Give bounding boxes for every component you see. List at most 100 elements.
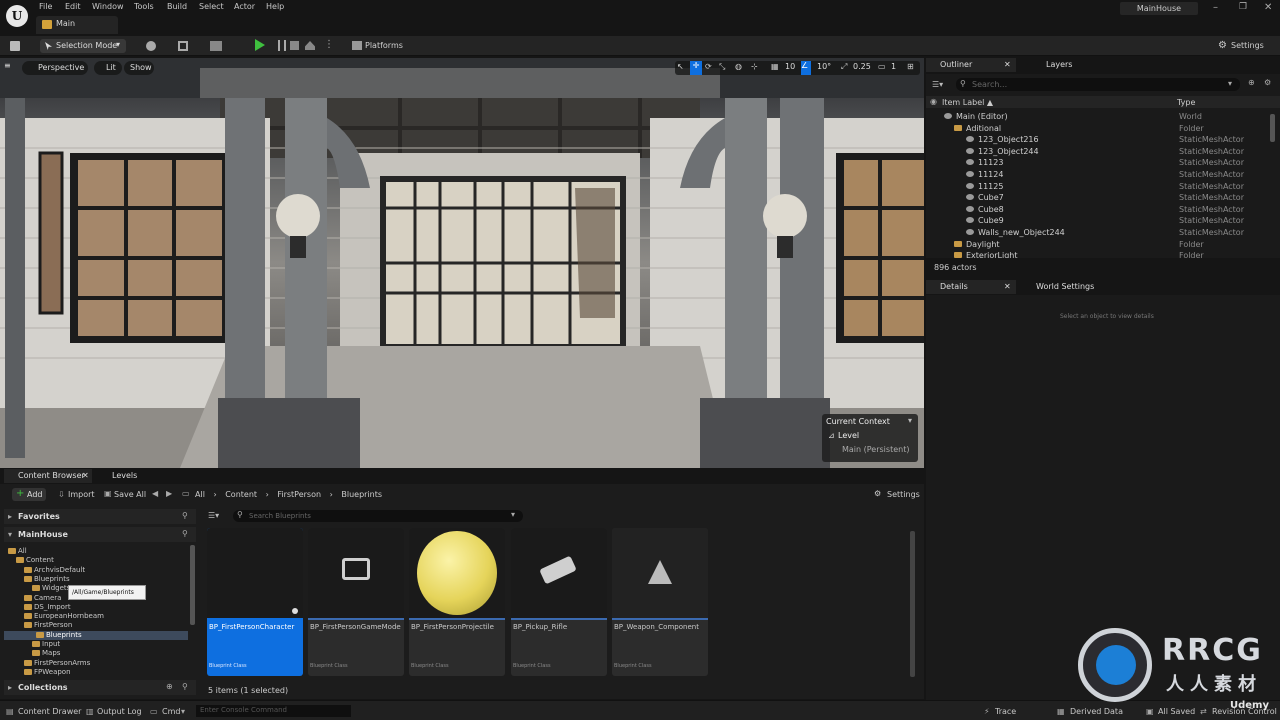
camera-speed-icon[interactable]: ▭	[878, 62, 886, 71]
translate-tool-icon[interactable]: ✛	[690, 61, 702, 75]
settings-gear-icon[interactable]: ⚙	[1264, 78, 1271, 87]
menu-window[interactable]: Window	[92, 2, 124, 11]
asset-tile[interactable]: BP_FirstPersonCharacter Blueprint Class	[207, 528, 303, 676]
layout-icon[interactable]: ⊞	[907, 62, 914, 71]
asset-tile[interactable]: BP_FirstPersonProjectile Blueprint Class	[409, 528, 505, 676]
add-button[interactable]: + Add	[12, 488, 46, 501]
menu-file[interactable]: File	[39, 2, 52, 11]
derived-data-button[interactable]: Derived Data	[1070, 707, 1123, 716]
cinematics-icon[interactable]	[210, 41, 222, 51]
history-back-icon[interactable]: ◀	[152, 489, 158, 498]
tree-folder-item[interactable]: ArchvisDefault	[0, 566, 190, 575]
menu-build[interactable]: Build	[167, 2, 187, 11]
level-viewport[interactable]: ≡ Perspective Lit Show ↖ ✛ ⟳ ⤡ ◍ ⊹ ▦ 10 …	[0, 58, 924, 468]
play-icon[interactable]	[255, 39, 265, 51]
trace-button[interactable]: Trace	[995, 707, 1016, 716]
content-drawer-button[interactable]: Content Drawer	[18, 707, 81, 716]
cb-settings-button[interactable]: Settings	[887, 490, 920, 499]
search-icon[interactable]: ⚲	[182, 511, 188, 520]
outliner-row[interactable]: 11123 StaticMeshActor	[926, 158, 1276, 169]
outliner-row[interactable]: Aditional Folder	[926, 124, 1276, 135]
filter-icon[interactable]: ☰▾	[208, 511, 219, 520]
add-filter-icon[interactable]: ⊕	[1248, 78, 1255, 87]
visibility-icon[interactable]: ◉	[930, 97, 937, 106]
viewport-menu-icon[interactable]: ≡	[4, 61, 14, 75]
tree-folder-item[interactable]: FirstPersonArms	[0, 659, 190, 668]
tree-folder-item[interactable]: FirstPerson	[0, 621, 190, 630]
col-item-label[interactable]: Item Label ▲	[942, 98, 993, 107]
col-type[interactable]: Type	[1177, 98, 1195, 107]
show-button[interactable]: Show	[124, 61, 154, 75]
settings-button[interactable]: Settings	[1231, 41, 1264, 50]
menu-select[interactable]: Select	[199, 2, 224, 11]
blueprint-icon[interactable]	[178, 41, 188, 51]
lit-button[interactable]: Lit	[94, 61, 122, 75]
chevron-down-icon[interactable]: ▾	[908, 416, 912, 425]
selection-mode-dropdown[interactable]: Selection Mode ▾	[40, 39, 126, 53]
eject-icon[interactable]	[305, 41, 315, 50]
world-space-icon[interactable]: ◍	[735, 62, 742, 71]
import-button[interactable]: Import	[68, 490, 95, 499]
breadcrumb-blueprints[interactable]: Blueprints	[341, 490, 382, 499]
menu-edit[interactable]: Edit	[65, 2, 81, 11]
save-all-button[interactable]: Save All	[114, 490, 146, 499]
unreal-logo-icon[interactable]: U	[6, 5, 28, 27]
breadcrumb-firstperson[interactable]: FirstPerson	[277, 490, 321, 499]
outliner-row[interactable]: 123_Object216 StaticMeshActor	[926, 135, 1276, 146]
outliner-row[interactable]: Walls_new_Object244 StaticMeshActor	[926, 228, 1276, 239]
surface-snap-icon[interactable]: ⊹	[751, 62, 758, 71]
outliner-row[interactable]: 11125 StaticMeshActor	[926, 182, 1276, 193]
minimize-icon[interactable]: –	[1213, 2, 1218, 13]
tree-scrollbar[interactable]	[190, 545, 195, 625]
save-icon[interactable]	[10, 41, 20, 51]
favorites-header[interactable]: ▸ Favorites ⚲	[4, 509, 196, 524]
collections-header[interactable]: ▸ Collections ⊕ ⚲	[4, 680, 196, 695]
breadcrumb-content[interactable]: Content	[225, 490, 257, 499]
history-forward-icon[interactable]: ▶	[166, 489, 172, 498]
breadcrumb-all[interactable]: All	[195, 490, 205, 499]
platforms-button[interactable]: Platforms	[365, 41, 403, 50]
outliner-scrollbar[interactable]	[1270, 114, 1275, 142]
close-icon[interactable]: ✕	[1004, 282, 1011, 291]
asset-scrollbar[interactable]	[910, 531, 915, 677]
tree-folder-item[interactable]: Content	[0, 556, 190, 565]
scale-snap-value[interactable]: 0.25	[853, 62, 871, 71]
add-collection-icon[interactable]: ⊕	[166, 682, 173, 691]
tab-details[interactable]: Details ✕	[926, 280, 1016, 294]
camera-speed-value[interactable]: 1	[891, 62, 896, 71]
more-options-icon[interactable]: ⋮	[324, 39, 334, 50]
outliner-row[interactable]: Daylight Folder	[926, 240, 1276, 251]
add-actor-icon[interactable]	[146, 41, 156, 51]
asset-tile[interactable]: BP_Weapon_Component Blueprint Class	[612, 528, 708, 676]
project-header[interactable]: ▾ MainHouse ⚲	[4, 527, 196, 542]
tree-folder-item[interactable]: EuropeanHornbeam	[0, 612, 190, 621]
close-icon[interactable]: ✕	[1004, 60, 1011, 69]
outliner-row[interactable]: Cube9 StaticMeshActor	[926, 216, 1276, 227]
perspective-button[interactable]: Perspective	[22, 61, 88, 75]
filter-icon[interactable]: ☰▾	[932, 80, 943, 89]
tab-main-level[interactable]: Main	[36, 16, 118, 34]
asset-tile[interactable]: BP_FirstPersonGameMode Blueprint Class	[308, 528, 404, 676]
outliner-row[interactable]: 123_Object244 StaticMeshActor	[926, 147, 1276, 158]
tree-folder-item[interactable]: Blueprints	[0, 575, 190, 584]
console-input[interactable]: Enter Console Command	[196, 705, 351, 717]
scale-tool-icon[interactable]: ⤡	[719, 62, 725, 72]
context-level-value[interactable]: Main (Persistent)	[842, 445, 909, 454]
cmd-dropdown[interactable]: Cmd	[162, 707, 180, 716]
tree-folder-item[interactable]: All	[0, 547, 190, 556]
tree-folder-item[interactable]: Blueprints	[4, 630, 188, 640]
tab-outliner[interactable]: Outliner ✕	[926, 58, 1016, 72]
tab-content-browser[interactable]: Content Browser ✕	[4, 469, 92, 483]
menu-actor[interactable]: Actor	[234, 2, 255, 11]
rotate-tool-icon[interactable]: ⟳	[705, 62, 712, 71]
close-icon[interactable]: ✕	[1264, 2, 1272, 13]
outliner-row[interactable]: 11124 StaticMeshActor	[926, 170, 1276, 181]
outliner-row[interactable]: Main (Editor) World	[926, 112, 1276, 123]
tree-folder-item[interactable]: Input	[0, 640, 190, 649]
outliner-row[interactable]: Cube7 StaticMeshActor	[926, 193, 1276, 204]
asset-tile[interactable]: BP_Pickup_Rifle Blueprint Class	[511, 528, 607, 676]
maximize-icon[interactable]: ❐	[1239, 2, 1247, 12]
pause-icon[interactable]	[278, 40, 286, 51]
grid-snap-value[interactable]: 10	[785, 62, 795, 71]
tree-folder-item[interactable]: FPWeapon	[0, 668, 190, 677]
